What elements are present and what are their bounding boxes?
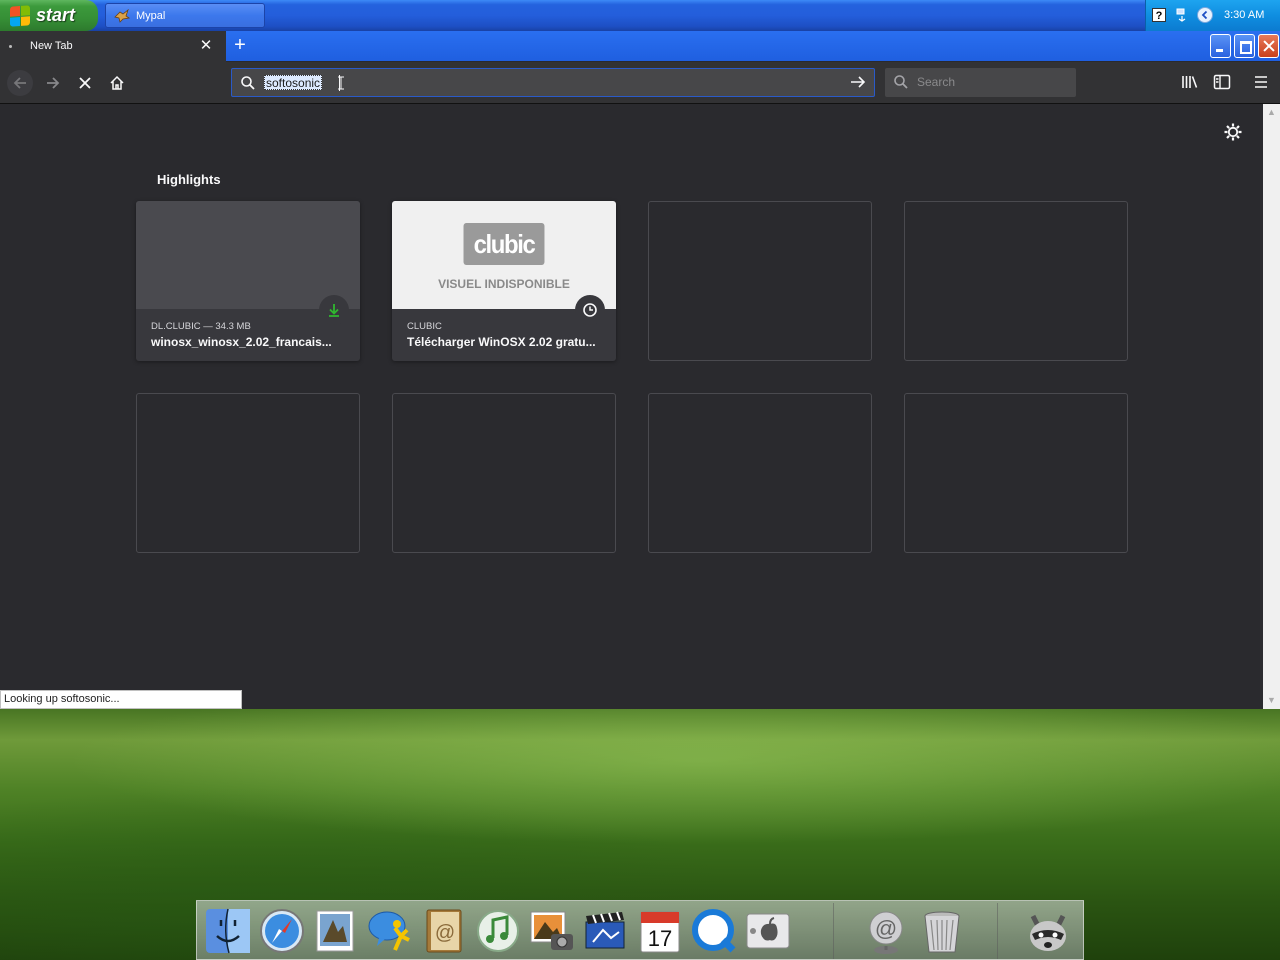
card-thumbnail: clubic VISUEL INDISPONIBLE [392, 201, 616, 309]
svg-text:@: @ [875, 916, 897, 941]
card-title: Télécharger WinOSX 2.02 gratu... [407, 335, 596, 349]
system-preferences-icon[interactable] [743, 906, 793, 956]
svg-text:?: ? [1156, 10, 1163, 22]
iphoto-icon[interactable] [527, 906, 577, 956]
quicktime-icon[interactable] [689, 906, 739, 956]
scroll-up-icon[interactable]: ▲ [1263, 104, 1280, 121]
card-placeholder-text: VISUEL INDISPONIBLE [438, 277, 570, 291]
mail-icon[interactable]: @ [861, 906, 911, 956]
download-badge [319, 295, 349, 325]
taskbar-item-label: Mypal [136, 9, 166, 22]
home-button[interactable] [104, 70, 130, 96]
search-icon [894, 75, 908, 89]
arrow-right-icon [851, 76, 866, 88]
mypal-icon [114, 8, 130, 23]
empty-card-slot [904, 393, 1128, 553]
url-bar[interactable]: softosonic [231, 68, 875, 97]
tab-loading-icon [9, 45, 12, 48]
empty-card-slot [136, 393, 360, 553]
stop-button[interactable] [72, 70, 98, 96]
go-button[interactable] [848, 73, 868, 93]
new-tab-button[interactable]: + [231, 35, 249, 55]
hamburger-menu-icon [1255, 76, 1267, 88]
help-icon[interactable]: ? [1152, 8, 1166, 22]
preview-icon[interactable] [311, 906, 361, 956]
highlight-card[interactable]: DL.CLUBIC — 34.3 MB winosx_winosx_2.02_f… [136, 201, 360, 361]
start-label: start [36, 5, 76, 25]
sidebar-icon [1213, 74, 1231, 90]
network-icon[interactable] [1175, 8, 1189, 22]
stop-icon [79, 77, 91, 89]
status-bar: Looking up softosonic... [0, 690, 242, 709]
menu-button[interactable] [1252, 72, 1274, 94]
tab-new-tab[interactable]: New Tab ✕ [0, 31, 226, 62]
empty-card-slot [648, 393, 872, 553]
imovie-icon[interactable] [581, 906, 631, 956]
navigation-toolbar: softosonic [0, 62, 1280, 104]
tab-strip: New Tab ✕ + [0, 31, 1280, 62]
library-button[interactable] [1180, 72, 1202, 94]
sidebar-button[interactable] [1212, 72, 1234, 94]
card-host: DL.CLUBIC — 34.3 MB [151, 321, 251, 332]
back-button[interactable] [7, 70, 33, 96]
windows-logo-icon [10, 4, 30, 27]
scroll-down-icon[interactable]: ▼ [1263, 692, 1280, 709]
library-icon [1182, 76, 1198, 88]
finder-icon[interactable] [203, 906, 253, 956]
raccoon-icon[interactable] [1023, 906, 1073, 956]
card-title: winosx_winosx_2.02_francais... [151, 335, 332, 349]
itunes-icon[interactable] [473, 906, 523, 956]
empty-card-slot [392, 393, 616, 553]
close-window-button[interactable] [1258, 34, 1279, 58]
tab-label: New Tab [30, 40, 73, 52]
clubic-logo: clubic [463, 223, 545, 265]
browser-window: New Tab ✕ + softosonic Search Highlights… [0, 31, 1280, 709]
home-icon [110, 75, 124, 90]
text-cursor-icon [338, 76, 344, 90]
taskbar-item-mypal[interactable]: Mypal [105, 3, 265, 28]
card-host: CLUBIC [407, 321, 442, 332]
ical-date: 17 [648, 926, 672, 951]
new-tab-page: Highlights DL.CLUBIC — 34.3 MB winosx_wi… [0, 104, 1263, 709]
dock: @ 17 @ [196, 900, 1084, 960]
search-icon [241, 76, 255, 90]
ichat-icon[interactable] [365, 906, 415, 956]
customize-button[interactable] [1223, 123, 1243, 143]
search-bar[interactable] [885, 68, 1076, 97]
restore-button[interactable] [1234, 34, 1255, 58]
minimize-button[interactable] [1210, 34, 1231, 58]
card-thumbnail [136, 201, 360, 309]
ical-icon[interactable]: 17 [635, 906, 685, 956]
gear-icon [1224, 123, 1242, 141]
history-badge [575, 295, 605, 325]
highlights-heading: Highlights [157, 172, 221, 187]
start-button[interactable]: start [0, 0, 98, 31]
highlight-card[interactable]: clubic VISUEL INDISPONIBLE CLUBIC Téléch… [392, 201, 616, 361]
empty-card-slot [904, 201, 1128, 361]
arrow-left-icon [13, 77, 26, 89]
empty-card-slot [648, 201, 872, 361]
safari-icon[interactable] [257, 906, 307, 956]
address-book-icon[interactable]: @ [419, 906, 469, 956]
vertical-scrollbar[interactable]: ▲ ▼ [1263, 104, 1280, 709]
taskbar: start Mypal ? 3:30 AM [0, 0, 1280, 31]
clock-icon [583, 303, 597, 317]
taskbar-clock: 3:30 AM [1224, 9, 1265, 21]
svg-text:@: @ [435, 922, 455, 944]
forward-button[interactable] [40, 70, 66, 96]
arrow-right-icon [47, 77, 60, 89]
trash-icon[interactable] [917, 906, 967, 956]
tab-close-icon[interactable]: ✕ [199, 38, 213, 53]
chevron-left-icon[interactable] [1197, 7, 1213, 23]
download-icon [329, 304, 339, 317]
url-input-selection: softosonic [264, 75, 323, 90]
search-input[interactable] [917, 73, 1067, 91]
